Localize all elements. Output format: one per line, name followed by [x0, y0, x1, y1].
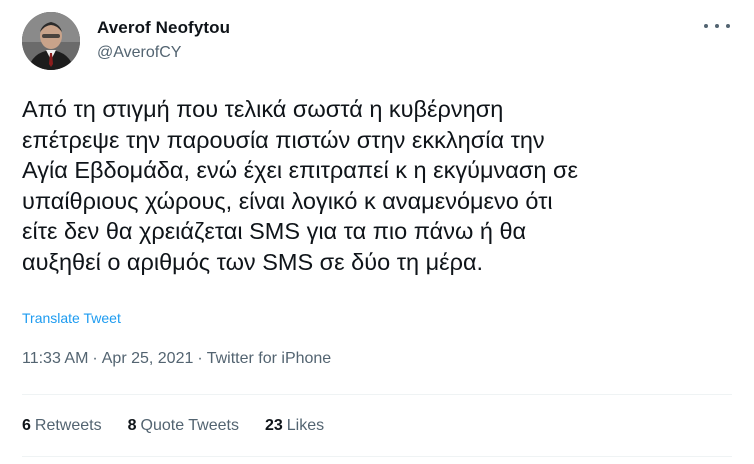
tweet-card: Averof Neofytou @AverofCY Από τη στιγμή … [0, 0, 754, 464]
author-handle[interactable]: @AverofCY [97, 44, 181, 62]
tweet-stats: 6 Retweets 8 Quote Tweets 23 Likes [22, 417, 350, 435]
profile-photo [22, 12, 80, 70]
likes-label: Likes [286, 417, 325, 434]
retweets-label: Retweets [34, 417, 102, 434]
quote-tweets-count: 8 [127, 417, 137, 434]
divider [22, 394, 732, 395]
separator: · [197, 350, 203, 367]
tweet-date[interactable]: Apr 25, 2021 [102, 350, 194, 367]
quote-tweets-stat[interactable]: 8 Quote Tweets [128, 417, 239, 435]
more-horizontal-icon [715, 24, 719, 28]
tweet-source[interactable]: Twitter for iPhone [207, 350, 332, 367]
quote-tweets-label: Quote Tweets [140, 417, 239, 434]
retweets-stat[interactable]: 6 Retweets [22, 417, 102, 435]
more-horizontal-icon [726, 24, 730, 28]
separator: · [92, 350, 98, 367]
tweet-metadata: 11:33 AM · Apr 25, 2021 · Twitter for iPhone [22, 350, 331, 368]
more-options-button[interactable] [704, 16, 730, 36]
author-avatar[interactable] [22, 12, 80, 70]
likes-count: 23 [264, 417, 283, 434]
translate-tweet-link[interactable]: Translate Tweet [22, 310, 121, 326]
tweet-text: Από τη στιγμή που τελικά σωστά η κυβέρνη… [22, 96, 578, 275]
tweet-time[interactable]: 11:33 AM [22, 350, 88, 367]
likes-stat[interactable]: 23 Likes [265, 417, 324, 435]
more-horizontal-icon [704, 24, 708, 28]
author-name[interactable]: Averof Neofytou [97, 18, 230, 38]
retweets-count: 6 [22, 417, 31, 434]
divider [22, 456, 732, 457]
